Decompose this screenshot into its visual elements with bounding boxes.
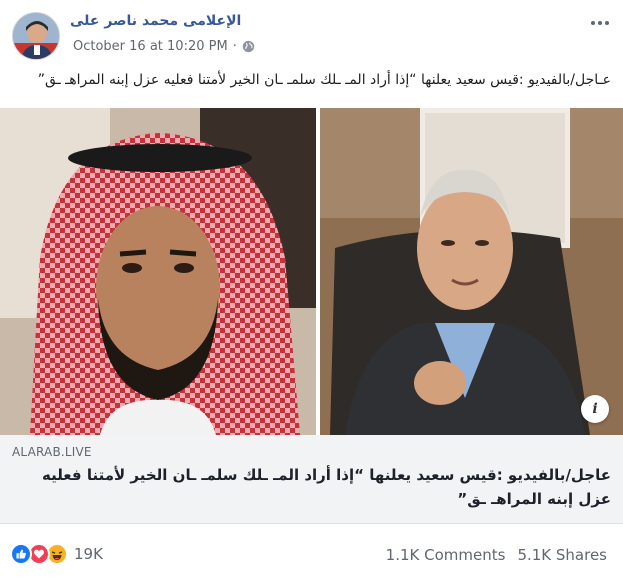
comments-count[interactable]: 1.1K Comments (386, 546, 506, 564)
post-caption: عـاجل/بالفيديو :قيس سعيد يعلنها “إذا أرا… (37, 72, 611, 88)
globe-icon[interactable] (242, 40, 255, 53)
link-image[interactable]: i (0, 108, 623, 435)
engagement-stats: 1.1K Comments 5.1K Shares (386, 546, 607, 564)
info-icon[interactable]: i (581, 395, 609, 423)
reactions-summary[interactable]: 19K (10, 543, 103, 565)
dot (598, 21, 602, 25)
shares-count[interactable]: 5.1K Shares (517, 546, 607, 564)
post-meta: October 16 at 10:20 PM · (73, 39, 255, 54)
link-preview[interactable]: ALARAB.LIVE عاجل/بالفيديو :قيس سعيد يعلن… (0, 435, 623, 524)
link-title[interactable]: عاجل/بالفيديو :قيس سعيد يعلنها “إذا أراد… (11, 463, 611, 511)
post-timestamp[interactable]: October 16 at 10:20 PM (73, 39, 228, 54)
link-domain: ALARAB.LIVE (12, 445, 92, 459)
dot (605, 21, 609, 25)
author-name[interactable]: الإعلامى محمد ناصر على (70, 13, 241, 29)
meta-separator: · (232, 39, 237, 54)
author-avatar[interactable] (12, 12, 60, 60)
reaction-count: 19K (74, 545, 103, 563)
dot (591, 21, 595, 25)
facebook-post: الإعلامى محمد ناصر على October 16 at 10:… (0, 0, 623, 578)
more-options-icon[interactable] (585, 12, 615, 34)
post-footer: 19K 1.1K Comments 5.1K Shares (0, 534, 623, 578)
post-header: الإعلامى محمد ناصر على October 16 at 10:… (0, 0, 623, 72)
like-icon (10, 543, 32, 565)
